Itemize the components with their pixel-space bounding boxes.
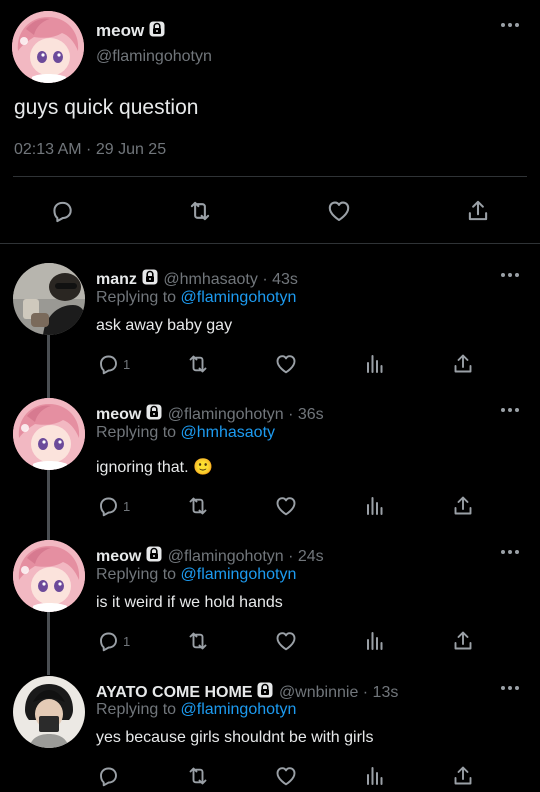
avatar-image [12,11,84,83]
reply-header: meow @flamingohotyn · 36s [96,403,324,424]
avatar-image [13,540,85,612]
author-name[interactable]: meow [96,548,141,565]
share-icon[interactable] [465,198,491,224]
lock-icon [148,20,166,38]
reply-icon[interactable] [96,352,120,376]
replying-prefix: Replying to [96,701,181,718]
divider [13,176,527,177]
replying-prefix: Replying to [96,566,181,583]
views-icon[interactable] [363,352,387,376]
retweet-icon[interactable] [186,494,210,518]
divider [0,243,540,244]
more-icon[interactable] [500,272,520,278]
avatar[interactable] [12,11,84,83]
replying-to-link[interactable]: @flamingohotyn [181,701,297,718]
reply-header: AYATO COME HOME @wnbinnie · 13s [96,681,398,702]
replying-to: Replying to @flamingohotyn [96,289,296,307]
replying-to: Replying to @hmhasaoty [96,424,275,442]
avatar[interactable] [13,398,85,470]
lock-icon [141,268,159,286]
lock-icon [145,403,163,421]
heart-icon[interactable] [274,764,298,788]
author-name[interactable]: meow [96,406,141,423]
avatar-image [13,398,85,470]
heart-icon[interactable] [274,629,298,653]
heart-icon[interactable] [274,352,298,376]
retweet-icon[interactable] [186,352,210,376]
replying-to: Replying to @flamingohotyn [96,566,296,584]
replying-prefix: Replying to [96,289,181,306]
author-meta[interactable]: @wnbinnie · 13s [279,684,398,701]
replying-to-link[interactable]: @flamingohotyn [181,289,297,306]
reply-count: 1 [123,499,131,514]
reply-text: is it weird if we hold hands [96,594,283,611]
more-icon[interactable] [500,22,520,28]
reply-icon[interactable] [96,629,120,653]
more-icon[interactable] [500,685,520,691]
author-handle[interactable]: @flamingohotyn [96,48,212,66]
share-icon[interactable] [451,764,475,788]
author-meta[interactable]: @flamingohotyn · 36s [168,406,324,423]
lock-icon [256,681,274,699]
avatar[interactable] [13,540,85,612]
replying-to-link[interactable]: @hmhasaoty [181,424,276,441]
replying-prefix: Replying to [96,424,181,441]
avatar[interactable] [13,263,85,335]
heart-icon[interactable] [326,198,352,224]
author-meta[interactable]: @flamingohotyn · 24s [168,548,324,565]
reply-icon[interactable] [96,764,120,788]
tweet-timestamp[interactable]: 02:13 AM · 29 Jun 25 [14,141,166,159]
views-icon[interactable] [363,764,387,788]
reply-text: ignoring that. 🙂 [96,459,213,476]
share-icon[interactable] [451,494,475,518]
avatar-image [13,676,85,748]
views-icon[interactable] [363,629,387,653]
views-icon[interactable] [363,494,387,518]
avatar[interactable] [13,676,85,748]
reply-text: ask away baby gay [96,317,233,334]
more-icon[interactable] [500,549,520,555]
share-icon[interactable] [451,352,475,376]
tweet-author[interactable]: meow [96,20,166,41]
author-name[interactable]: meow [96,21,144,40]
more-icon[interactable] [500,407,520,413]
tweet-text: guys quick question [14,96,199,119]
reply-header: meow @flamingohotyn · 24s [96,545,324,566]
reply-header: manz @hmhasaoty · 43s [96,268,298,289]
share-icon[interactable] [451,629,475,653]
reply-text: yes because girls shouldnt be with girls [96,729,374,746]
lock-icon [145,545,163,563]
author-name[interactable]: AYATO COME HOME [96,684,252,701]
avatar-image [13,263,85,335]
reply-count: 1 [123,634,131,649]
thread-line [47,335,50,675]
replying-to: Replying to @flamingohotyn [96,701,296,719]
replying-to-link[interactable]: @flamingohotyn [181,566,297,583]
reply-icon[interactable] [96,494,120,518]
reply-icon[interactable] [49,198,75,224]
author-meta[interactable]: @hmhasaoty · 43s [163,271,298,288]
retweet-icon[interactable] [186,629,210,653]
retweet-icon[interactable] [187,198,213,224]
author-name[interactable]: manz [96,271,137,288]
heart-icon[interactable] [274,494,298,518]
retweet-icon[interactable] [186,764,210,788]
reply-count: 1 [123,357,131,372]
